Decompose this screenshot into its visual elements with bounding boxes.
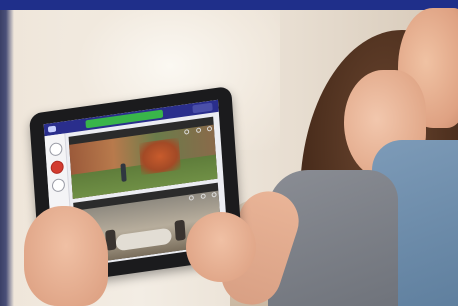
camera-2-table: [115, 227, 173, 252]
camera-1-person: [120, 163, 127, 182]
app-logo-icon: [47, 125, 57, 133]
right-hand: [186, 212, 256, 282]
settings-icon[interactable]: [51, 177, 66, 193]
camera-2-chair: [174, 219, 186, 241]
top-band: [0, 0, 458, 10]
header-button[interactable]: [192, 102, 213, 114]
camera-1-zoom-icon[interactable]: [184, 129, 190, 135]
record-icon[interactable]: [50, 159, 65, 175]
camera-1-tree: [139, 137, 181, 176]
camera-2-zoom-icon[interactable]: [188, 195, 195, 201]
camera-icon[interactable]: [49, 141, 63, 157]
photo: [0, 0, 458, 306]
left-hand: [24, 206, 108, 306]
